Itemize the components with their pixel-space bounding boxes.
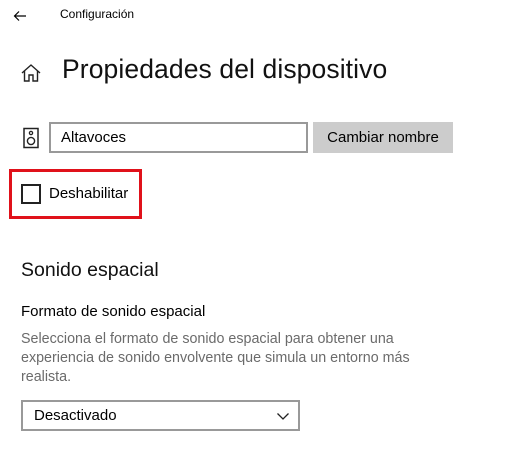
back-button[interactable]: [6, 4, 34, 28]
spatial-format-description: Selecciona el formato de sonido espacial…: [21, 331, 410, 385]
chevron-down-icon: [277, 413, 289, 420]
arrow-left-icon: [13, 11, 26, 21]
spatial-format-dropdown[interactable]: Desactivado: [21, 400, 300, 431]
speaker-icon: [21, 127, 41, 149]
device-name-input[interactable]: [49, 122, 308, 153]
home-button[interactable]: [18, 60, 44, 86]
dropdown-selected-value: Desactivado: [34, 407, 117, 424]
rename-button[interactable]: Cambiar nombre: [313, 122, 453, 153]
page-title: Propiedades del dispositivo: [62, 54, 388, 84]
spatial-sound-heading: Sonido espacial: [21, 259, 159, 281]
home-icon: [21, 64, 41, 82]
spatial-format-label: Formato de sonido espacial: [21, 303, 206, 320]
app-title: Configuración: [60, 7, 135, 21]
disable-checkbox-label[interactable]: Deshabilitar: [49, 185, 128, 202]
disable-checkbox[interactable]: [21, 184, 41, 204]
